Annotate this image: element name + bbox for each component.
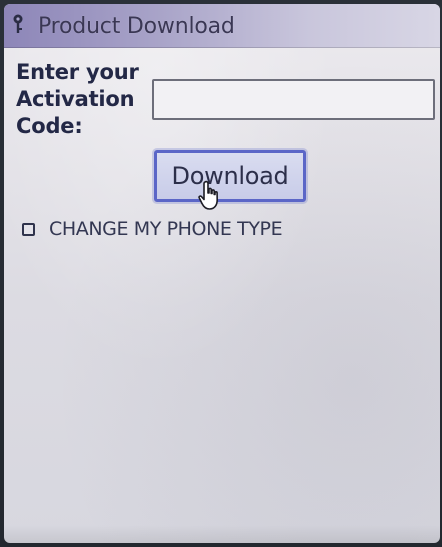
key-icon	[13, 14, 23, 33]
phone-photo: Product Download Enter your Activation C…	[0, 0, 442, 547]
change-phone-type-checkbox[interactable]	[22, 222, 35, 236]
download-button[interactable]: Download	[154, 150, 306, 202]
window-title: Product Download	[38, 14, 235, 39]
activation-code-field[interactable]	[152, 79, 435, 120]
change-phone-type-option[interactable]: CHANGE MY PHONE TYPE	[22, 215, 283, 243]
title-bar: Product Download	[4, 4, 440, 48]
screen-bottom-shade	[4, 525, 440, 543]
activation-code-label: Enter your Activation Code:	[16, 60, 139, 138]
phone-screen: Product Download Enter your Activation C…	[4, 4, 440, 543]
change-phone-type-label: CHANGE MY PHONE TYPE	[49, 218, 283, 240]
